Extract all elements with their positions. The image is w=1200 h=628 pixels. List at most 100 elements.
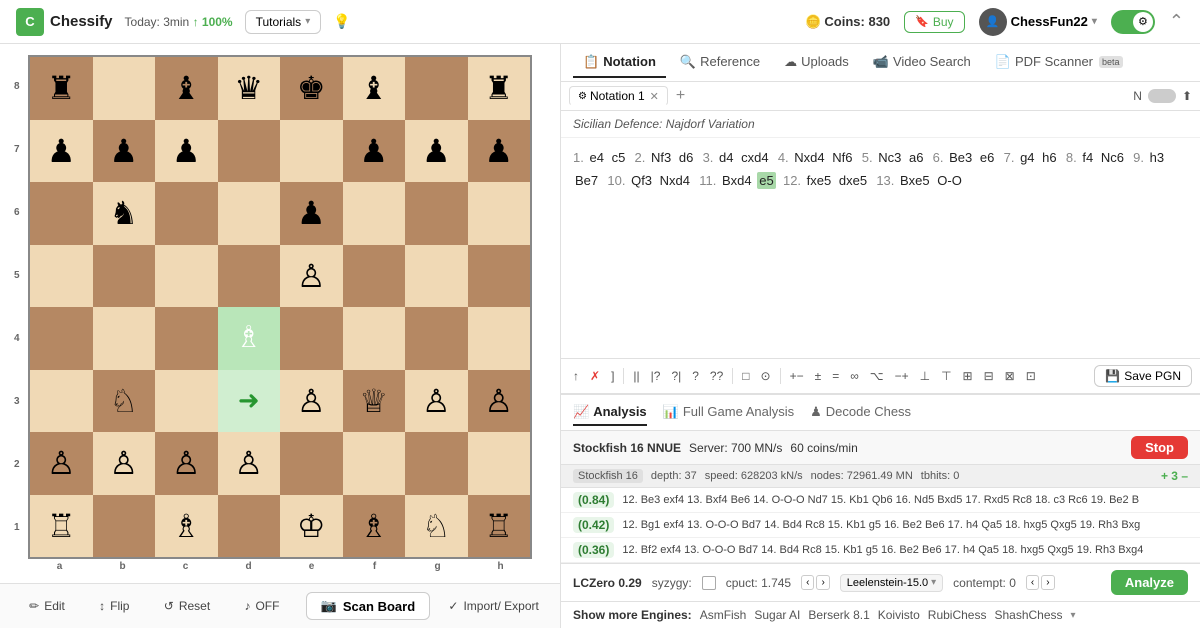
square-f2[interactable] <box>343 432 406 495</box>
edit-button[interactable]: ✏ Edit <box>21 595 73 617</box>
engine-select[interactable]: Leelenstein-15.0 ▾ <box>840 574 943 592</box>
ann-quest1[interactable]: |? <box>647 367 665 385</box>
atab-full-game[interactable]: 📊 Full Game Analysis <box>663 400 794 426</box>
square-e6[interactable]: ♟ <box>280 182 343 245</box>
ann-perp[interactable]: ⊥ <box>916 367 934 385</box>
reset-button[interactable]: ↺ Reset <box>156 595 218 617</box>
square-c8[interactable]: ♝ <box>155 57 218 120</box>
ann-b3[interactable]: ⊠ <box>1001 367 1019 385</box>
square-c6[interactable] <box>155 182 218 245</box>
square-b3[interactable]: ♘ <box>93 370 156 433</box>
square-a1[interactable]: ♖ <box>30 495 93 558</box>
move-d6[interactable]: d6 <box>677 149 695 166</box>
ann-slight[interactable]: ± <box>811 367 826 385</box>
cpuct-increase[interactable]: › <box>816 575 829 590</box>
square-g5[interactable] <box>405 245 468 308</box>
ann-alt[interactable]: ⌥ <box>866 367 888 385</box>
contempt-decrease[interactable]: ‹ <box>1026 575 1039 590</box>
square-h8[interactable]: ♜ <box>468 57 531 120</box>
buy-button[interactable]: 🔖Buy <box>904 11 964 33</box>
square-h1[interactable]: ♖ <box>468 495 531 558</box>
move-nf6[interactable]: Nf6 <box>830 149 854 166</box>
ann-x[interactable]: ✗ <box>586 367 604 385</box>
ann-b1[interactable]: ⊞ <box>959 367 977 385</box>
move-be7[interactable]: Be7 <box>573 172 600 189</box>
move-bxe5[interactable]: Bxe5 <box>898 172 932 189</box>
move-oo[interactable]: O-O <box>935 172 964 189</box>
engine-shashchess[interactable]: ShashChess <box>994 608 1062 622</box>
move-f4[interactable]: f4 <box>1080 149 1095 166</box>
square-a6[interactable] <box>30 182 93 245</box>
square-b1[interactable] <box>93 495 156 558</box>
syzygy-checkbox[interactable] <box>702 576 716 590</box>
square-e1[interactable]: ♔ <box>280 495 343 558</box>
ann-quest[interactable]: ? <box>688 367 703 385</box>
engine-berserk[interactable]: Berserk 8.1 <box>808 608 869 622</box>
square-g1[interactable]: ♘ <box>405 495 468 558</box>
square-b6[interactable]: ♞ <box>93 182 156 245</box>
square-d3[interactable]: ➜ <box>218 370 281 433</box>
engine-koivisto[interactable]: Koivisto <box>878 608 920 622</box>
more-engines-chevron[interactable]: ▾ <box>1071 610 1076 621</box>
move-e4[interactable]: e4 <box>587 149 605 166</box>
sound-button[interactable]: ♪ OFF <box>236 595 287 617</box>
square-d4[interactable]: ♗ <box>218 307 281 370</box>
square-d6[interactable] <box>218 182 281 245</box>
square-c7[interactable]: ♟ <box>155 120 218 183</box>
move-h6[interactable]: h6 <box>1040 149 1058 166</box>
ann-up[interactable]: ↑ <box>569 367 583 385</box>
square-c1[interactable]: ♗ <box>155 495 218 558</box>
theme-toggle[interactable]: ⚙ <box>1111 10 1155 34</box>
square-a7[interactable]: ♟ <box>30 120 93 183</box>
square-h2[interactable] <box>468 432 531 495</box>
square-e5[interactable]: ♙ <box>280 245 343 308</box>
square-b5[interactable] <box>93 245 156 308</box>
tab-video-search[interactable]: 📹 Video Search <box>863 48 981 78</box>
square-d1[interactable] <box>218 495 281 558</box>
square-e2[interactable] <box>280 432 343 495</box>
square-c5[interactable] <box>155 245 218 308</box>
ann-b4[interactable]: ⊡ <box>1022 367 1040 385</box>
ann-parallel[interactable]: || <box>629 367 643 385</box>
square-a2[interactable]: ♙ <box>30 432 93 495</box>
tab-uploads[interactable]: ☁ Uploads <box>774 48 859 78</box>
engine-rubichess[interactable]: RubiChess <box>928 608 987 622</box>
square-a5[interactable] <box>30 245 93 308</box>
square-h3[interactable]: ♙ <box>468 370 531 433</box>
move-qf3[interactable]: Qf3 <box>629 172 654 189</box>
square-f6[interactable] <box>343 182 406 245</box>
engine-sugarai[interactable]: Sugar AI <box>754 608 800 622</box>
collapse-button[interactable]: ⌃ <box>1169 11 1184 32</box>
engine-line-2[interactable]: (0.42) 12. Bg1 exf4 13. O-O-O Bd7 14. Bd… <box>561 513 1200 538</box>
scan-board-button[interactable]: 📷 Scan Board <box>306 592 430 620</box>
analyze-button[interactable]: Analyze <box>1111 570 1188 595</box>
square-f7[interactable]: ♟ <box>343 120 406 183</box>
square-g2[interactable] <box>405 432 468 495</box>
square-b7[interactable]: ♟ <box>93 120 156 183</box>
square-a8[interactable]: ♜ <box>30 57 93 120</box>
ann-quest2[interactable]: ?| <box>667 367 685 385</box>
chess-board[interactable]: ♜ ♝ ♛ ♚ ♝ ♜ ♟ ♟ ♟ ♟ ♟ ♟ <box>28 55 532 559</box>
atab-analysis[interactable]: 📈 Analysis <box>573 400 647 426</box>
square-f1[interactable]: ♗ <box>343 495 406 558</box>
ann-adv[interactable]: +− <box>786 367 808 385</box>
ann-equal[interactable]: = <box>828 367 843 385</box>
square-h5[interactable] <box>468 245 531 308</box>
square-e3[interactable]: ♙ <box>280 370 343 433</box>
move-cxd4[interactable]: cxd4 <box>739 149 770 166</box>
import-export-button[interactable]: ✓ Import/ Export <box>448 599 538 613</box>
square-d5[interactable] <box>218 245 281 308</box>
notation-toggle[interactable] <box>1148 89 1176 103</box>
square-g6[interactable] <box>405 182 468 245</box>
square-e4[interactable] <box>280 307 343 370</box>
save-pgn-button[interactable]: 💾 Save PGN <box>1094 365 1192 387</box>
notation-tab-1[interactable]: ⚙ Notation 1 ✕ <box>569 86 668 106</box>
move-fxe5[interactable]: fxe5 <box>805 172 834 189</box>
contempt-increase[interactable]: › <box>1041 575 1054 590</box>
add-tab-button[interactable]: + <box>672 87 689 105</box>
move-e6[interactable]: e6 <box>978 149 996 166</box>
engine-line-3[interactable]: (0.36) 12. Bf2 exf4 13. O-O-O Bd7 14. Bd… <box>561 538 1200 563</box>
square-g3[interactable]: ♙ <box>405 370 468 433</box>
square-g7[interactable]: ♟ <box>405 120 468 183</box>
square-b2[interactable]: ♙ <box>93 432 156 495</box>
